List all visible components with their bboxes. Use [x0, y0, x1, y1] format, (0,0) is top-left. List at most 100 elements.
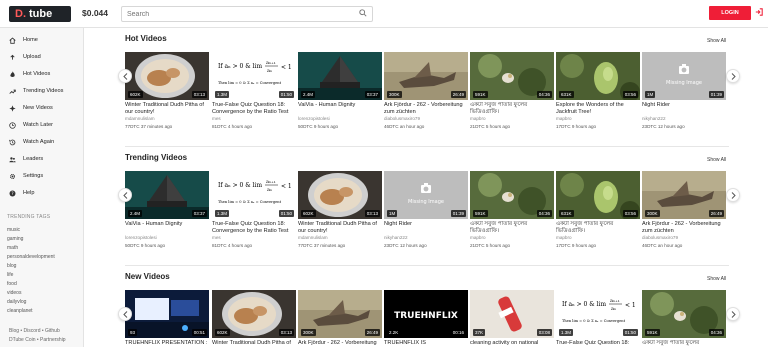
tag-link[interactable]: life: [7, 272, 13, 278]
video-author[interactable]: mapbro: [470, 116, 486, 121]
show-all-link[interactable]: Show All: [707, 38, 726, 44]
video-author[interactable]: lorenzopistolesi: [125, 235, 157, 240]
video-card[interactable]: Missing Image 1M 01:39 Night Rider nikyhan22…: [642, 52, 726, 134]
video-thumbnail[interactable]: 2.4M 03:37: [298, 52, 382, 100]
video-title[interactable]: VaiVia - Human Dignity: [125, 221, 211, 228]
footer-links[interactable]: Blog • Discord • Github: [9, 328, 60, 334]
video-thumbnail[interactable]: Missing Image 1M 01:39: [642, 52, 726, 100]
tag-link[interactable]: personaldevelopment: [7, 254, 55, 260]
video-title[interactable]: Ark Fjördur - 262 - Vorbereitung zum züc…: [642, 221, 728, 235]
video-thumbnail[interactable]: 602K 03:13: [212, 290, 296, 338]
show-all-link[interactable]: Show All: [707, 157, 726, 163]
video-author[interactable]: mapbro: [556, 116, 572, 121]
video-card[interactable]: 300K 26:49 Ark Fjördur - 262 - Vorbereitun…: [384, 52, 468, 134]
sidebar-item-new-videos[interactable]: New Videos: [0, 101, 84, 115]
video-thumbnail[interactable]: If aₙ > 0 & lim aₙ₊₁ aₙ < 1 Then lim = 0 & Σ…: [212, 52, 296, 100]
video-card[interactable]: TRUEHNFLIX 2.2K 00:16 TRUEHNFLIX IS: [384, 290, 468, 347]
video-thumbnail[interactable]: If aₙ > 0 & lim aₙ₊₁ aₙ < 1 Then lim = 0 & Σ…: [212, 171, 296, 219]
sidebar-item-leaders[interactable]: Leaders: [0, 152, 84, 166]
sidebar-item-watch-again[interactable]: Watch Again: [0, 135, 84, 149]
video-thumbnail[interactable]: TRUEHNFLIX 2.2K 00:16: [384, 290, 468, 338]
video-title[interactable]: Winter Traditional Dudh Pitha of: [212, 340, 298, 347]
video-thumbnail[interactable]: 2.4M 03:37: [125, 171, 209, 219]
video-card[interactable]: 591K 04:36 একটা সবুজ পাতার ফুলের ভিডিওগ্রা…: [470, 52, 554, 134]
video-card[interactable]: 602K 03:13 Winter Traditional Dudh Pitha o…: [125, 52, 209, 134]
video-card[interactable]: Missing Image 1M 01:39 Night Rider nikyhan22…: [384, 171, 468, 253]
tag-link[interactable]: food: [7, 281, 17, 287]
video-thumbnail[interactable]: 602K 03:13: [125, 52, 209, 100]
tag-link[interactable]: dailyvlog: [7, 299, 26, 305]
video-title[interactable]: Winter Traditional Dudh Pitha of our cou…: [298, 221, 384, 235]
video-card[interactable]: 300K 26:49 Ark Fjördur - 262 - Vorbereitun…: [642, 171, 726, 253]
video-thumbnail[interactable]: 300K 26:49: [384, 52, 468, 100]
video-card[interactable]: If aₙ > 0 & lim aₙ₊₁ aₙ < 1 Then lim = 0 & Σ…: [212, 52, 296, 134]
search-icon[interactable]: [359, 9, 367, 17]
video-thumbnail[interactable]: 300K 26:49: [642, 171, 726, 219]
video-thumbnail[interactable]: 602K 03:13: [298, 171, 382, 219]
carousel-next-button[interactable]: [726, 307, 740, 321]
video-title[interactable]: cleaning activity on national: [470, 340, 556, 347]
video-thumbnail[interactable]: If aₙ > 0 & lim aₙ₊₁ aₙ < 1 Then lim = 0 & Σ…: [556, 290, 640, 338]
video-card[interactable]: 37K 03:08 cleaning activity on national: [470, 290, 554, 347]
sidebar-item-hot-videos[interactable]: Hot Videos: [0, 67, 84, 81]
video-author[interactable]: mdamnulislam: [298, 235, 328, 240]
tag-link[interactable]: videos: [7, 290, 21, 296]
tag-link[interactable]: music: [7, 227, 20, 233]
video-thumbnail[interactable]: 591K 04:36: [642, 290, 726, 338]
video-title[interactable]: একটা সবুজ পাতার ফুলের ভিডিওগ্রাফি।: [470, 102, 556, 116]
video-author[interactable]: diabolusmaxiro79: [642, 235, 678, 240]
video-card[interactable]: 602K 03:13 Winter Traditional Dudh Pitha o…: [298, 171, 382, 253]
video-thumbnail[interactable]: 591K 04:36: [470, 52, 554, 100]
tag-link[interactable]: gaming: [7, 236, 23, 242]
video-title[interactable]: Night Rider: [384, 221, 470, 228]
sidebar-item-watch-later[interactable]: Watch Later: [0, 118, 84, 132]
video-card[interactable]: 591K 04:36 একটা সবুজ পাতার ফুলের ভিডিওগ্রা…: [470, 171, 554, 253]
carousel-next-button[interactable]: [726, 188, 740, 202]
sidebar-item-help[interactable]: ? Help: [0, 186, 84, 200]
video-author[interactable]: mdamnulislam: [125, 116, 155, 121]
video-thumbnail[interactable]: 631K 03:56: [556, 171, 640, 219]
video-card[interactable]: 2.4M 03:37 VaiVia - Human Dignity lorenzopi…: [125, 171, 209, 253]
video-title[interactable]: True-False Quiz Question 18: Convergence…: [212, 102, 298, 116]
video-card[interactable]: 602K 03:13 Winter Traditional Dudh Pitha o…: [212, 290, 296, 347]
sidebar-item-trending-videos[interactable]: Trending Videos: [0, 84, 84, 98]
video-title[interactable]: True-False Quiz Question 18: Convergence…: [212, 221, 298, 235]
video-thumbnail[interactable]: 37K 03:08: [470, 290, 554, 338]
sidebar-item-settings[interactable]: Settings: [0, 169, 84, 183]
video-card[interactable]: 93 00:51 TRUEHNFLIX PRESENTATION :: [125, 290, 209, 347]
video-title[interactable]: একটা সবুজ পাতার ফুলের ভিডিওগ্রাফি।: [470, 221, 556, 235]
video-title[interactable]: Explore the Wonders of the Jackfruit Tre…: [556, 102, 642, 116]
video-title[interactable]: Night Rider: [642, 102, 728, 109]
video-title[interactable]: True-False Quiz Question 18:: [556, 340, 642, 347]
login-button[interactable]: LOGIN: [709, 6, 751, 20]
tag-link[interactable]: cleanplanet: [7, 308, 33, 314]
video-title[interactable]: VaiVia - Human Dignity: [298, 102, 384, 109]
video-author[interactable]: mes: [212, 235, 221, 240]
tag-link[interactable]: blog: [7, 263, 16, 269]
sidebar-item-home[interactable]: Home: [0, 33, 84, 47]
sidebar-item-upload[interactable]: Upload: [0, 50, 84, 64]
video-author[interactable]: mapbro: [470, 235, 486, 240]
video-card[interactable]: 631K 03:56 একটা সবুজ পাতার ফুলের ভিডিওগ্রা…: [556, 171, 640, 253]
tag-link[interactable]: math: [7, 245, 18, 251]
video-title[interactable]: Winter Traditional Dudh Pitha of our cou…: [125, 102, 211, 116]
video-card[interactable]: 591K 04:36 একটা সবুজ পাতার ফুলের: [642, 290, 726, 347]
video-thumbnail[interactable]: 631K 03:56: [556, 52, 640, 100]
video-card[interactable]: 300K 26:49 Ark Fjördur - 262 - Vorbereitun…: [298, 290, 382, 347]
video-title[interactable]: একটা সবুজ পাতার ফুলের ভিডিওগ্রাফি।: [556, 221, 642, 235]
carousel-prev-button[interactable]: [118, 307, 132, 321]
video-author[interactable]: mapbro: [556, 235, 572, 240]
dtube-logo[interactable]: D. tube: [9, 6, 71, 22]
carousel-prev-button[interactable]: [118, 69, 132, 83]
video-author[interactable]: mes: [212, 116, 221, 121]
video-thumbnail[interactable]: 591K 04:36: [470, 171, 554, 219]
video-title[interactable]: একটা সবুজ পাতার ফুলের: [642, 340, 728, 347]
video-title[interactable]: Ark Fjördur - 262 - Vorbereitung: [298, 340, 384, 347]
video-card[interactable]: 2.4M 03:37 VaiVia - Human Dignity lorenzopi…: [298, 52, 382, 134]
video-title[interactable]: TRUEHNFLIX IS: [384, 340, 470, 347]
video-card[interactable]: 631K 03:56 Explore the Wonders of the Jack…: [556, 52, 640, 134]
video-author[interactable]: nikyhan222: [642, 116, 666, 121]
video-thumbnail[interactable]: 93 00:51: [125, 290, 209, 338]
video-author[interactable]: diabolusmaxiro79: [384, 116, 420, 121]
sign-in-icon[interactable]: [755, 8, 763, 16]
